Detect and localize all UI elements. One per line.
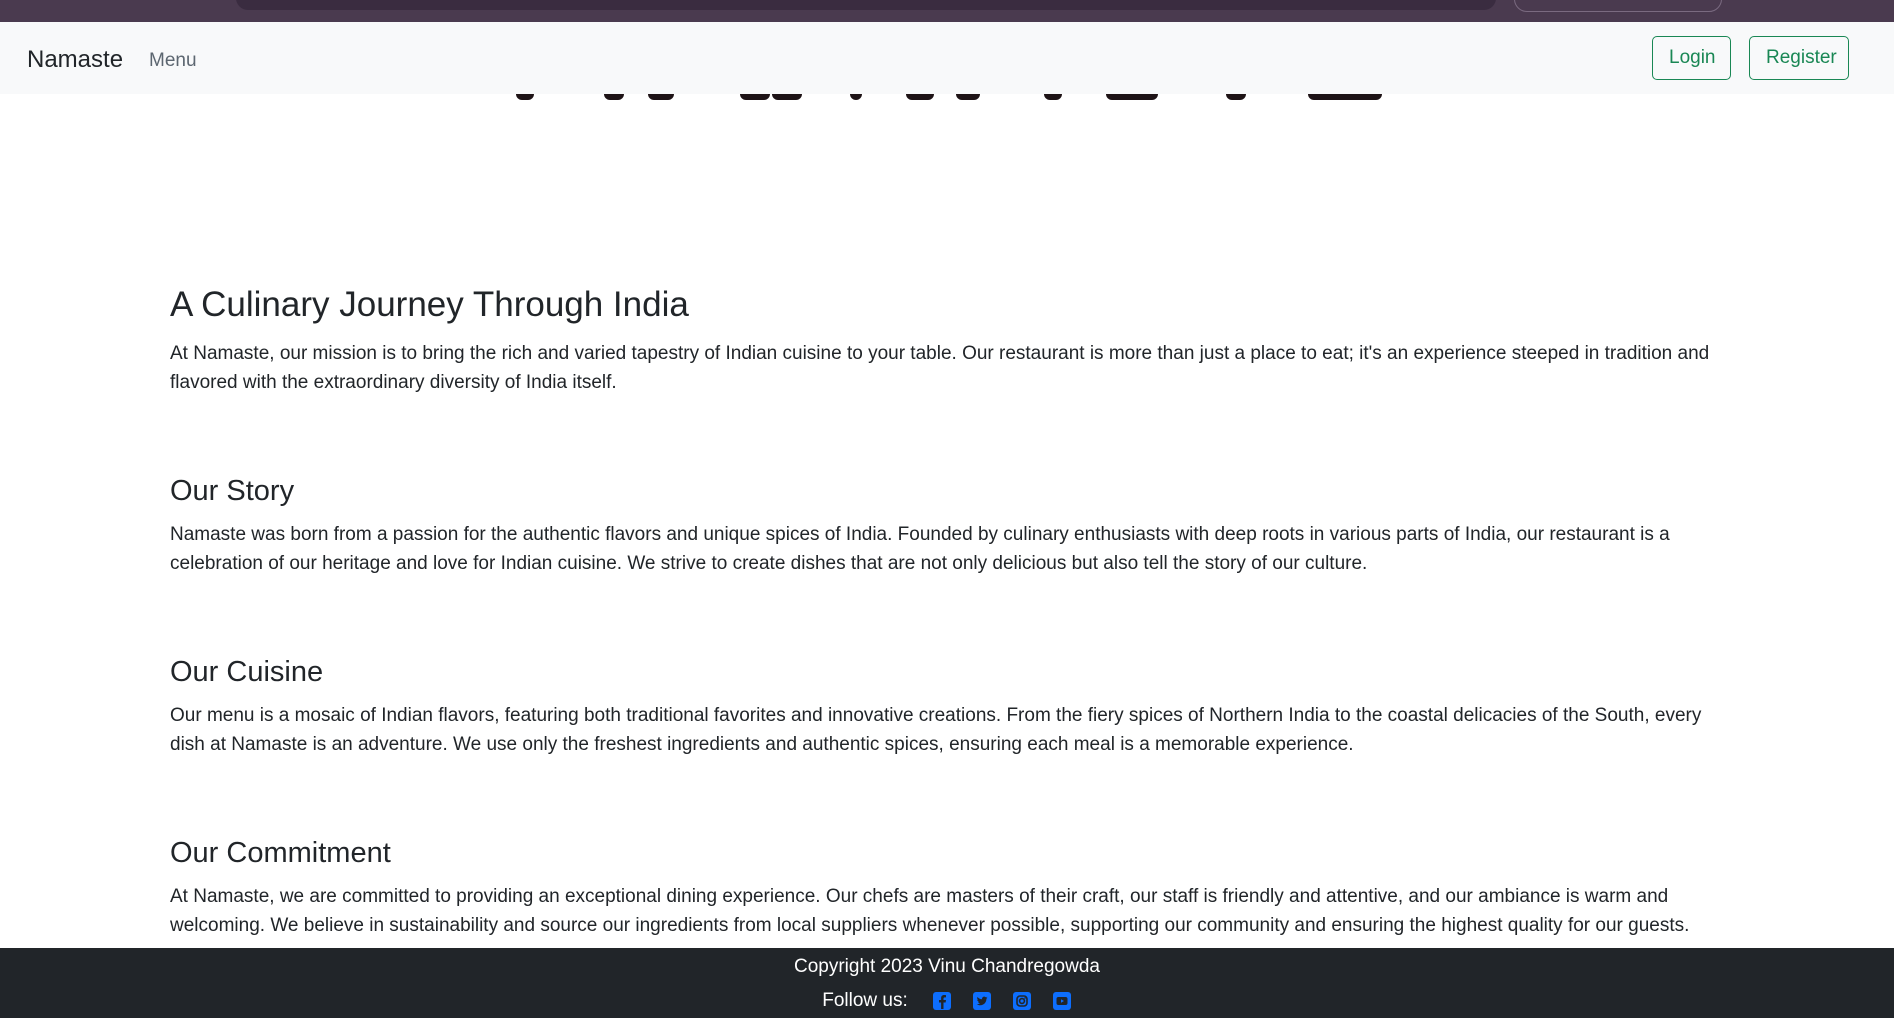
register-button[interactable]: Register (1749, 36, 1849, 80)
section-culinary-journey: A Culinary Journey Through India At Nama… (170, 285, 1730, 397)
section-our-commitment: Our Commitment At Namaste, we are commit… (170, 837, 1730, 940)
login-button[interactable]: Login (1652, 36, 1731, 80)
section-title: A Culinary Journey Through India (170, 285, 689, 324)
social-links (932, 991, 1072, 1011)
browser-toolbar-pill[interactable] (1514, 0, 1722, 12)
section-title: Our Cuisine (170, 656, 324, 688)
section-body: At Namaste, we are committed to providin… (170, 886, 1690, 936)
copyright-text: Copyright 2023 Vinu Chandregowda (794, 956, 1100, 977)
address-bar[interactable] (236, 0, 1496, 10)
follow-row: Follow us: (0, 990, 1894, 1012)
navbar: Namaste Menu Login Register (0, 22, 1894, 94)
hero-banner-remnant (0, 94, 1894, 104)
brand-link[interactable]: Namaste (27, 46, 123, 74)
browser-chrome-strip (0, 0, 1894, 22)
section-our-cuisine: Our Cuisine Our menu is a mosaic of Indi… (170, 656, 1730, 759)
instagram-icon[interactable] (1012, 991, 1032, 1011)
nav-link-menu[interactable]: Menu (149, 50, 197, 72)
main-content: A Culinary Journey Through India At Nama… (170, 285, 1730, 1018)
footer: Copyright 2023 Vinu Chandregowda Follow … (0, 948, 1894, 1018)
facebook-icon[interactable] (932, 991, 952, 1011)
section-body: Namaste was born from a passion for the … (170, 524, 1670, 574)
follow-label: Follow us: (822, 990, 908, 1011)
section-title: Our Commitment (170, 837, 391, 869)
section-body: Our menu is a mosaic of Indian flavors, … (170, 705, 1702, 755)
section-our-story: Our Story Namaste was born from a passio… (170, 475, 1730, 578)
youtube-icon[interactable] (1052, 991, 1072, 1011)
twitter-icon[interactable] (972, 991, 992, 1011)
section-body: At Namaste, our mission is to bring the … (170, 343, 1710, 393)
section-title: Our Story (170, 475, 295, 507)
